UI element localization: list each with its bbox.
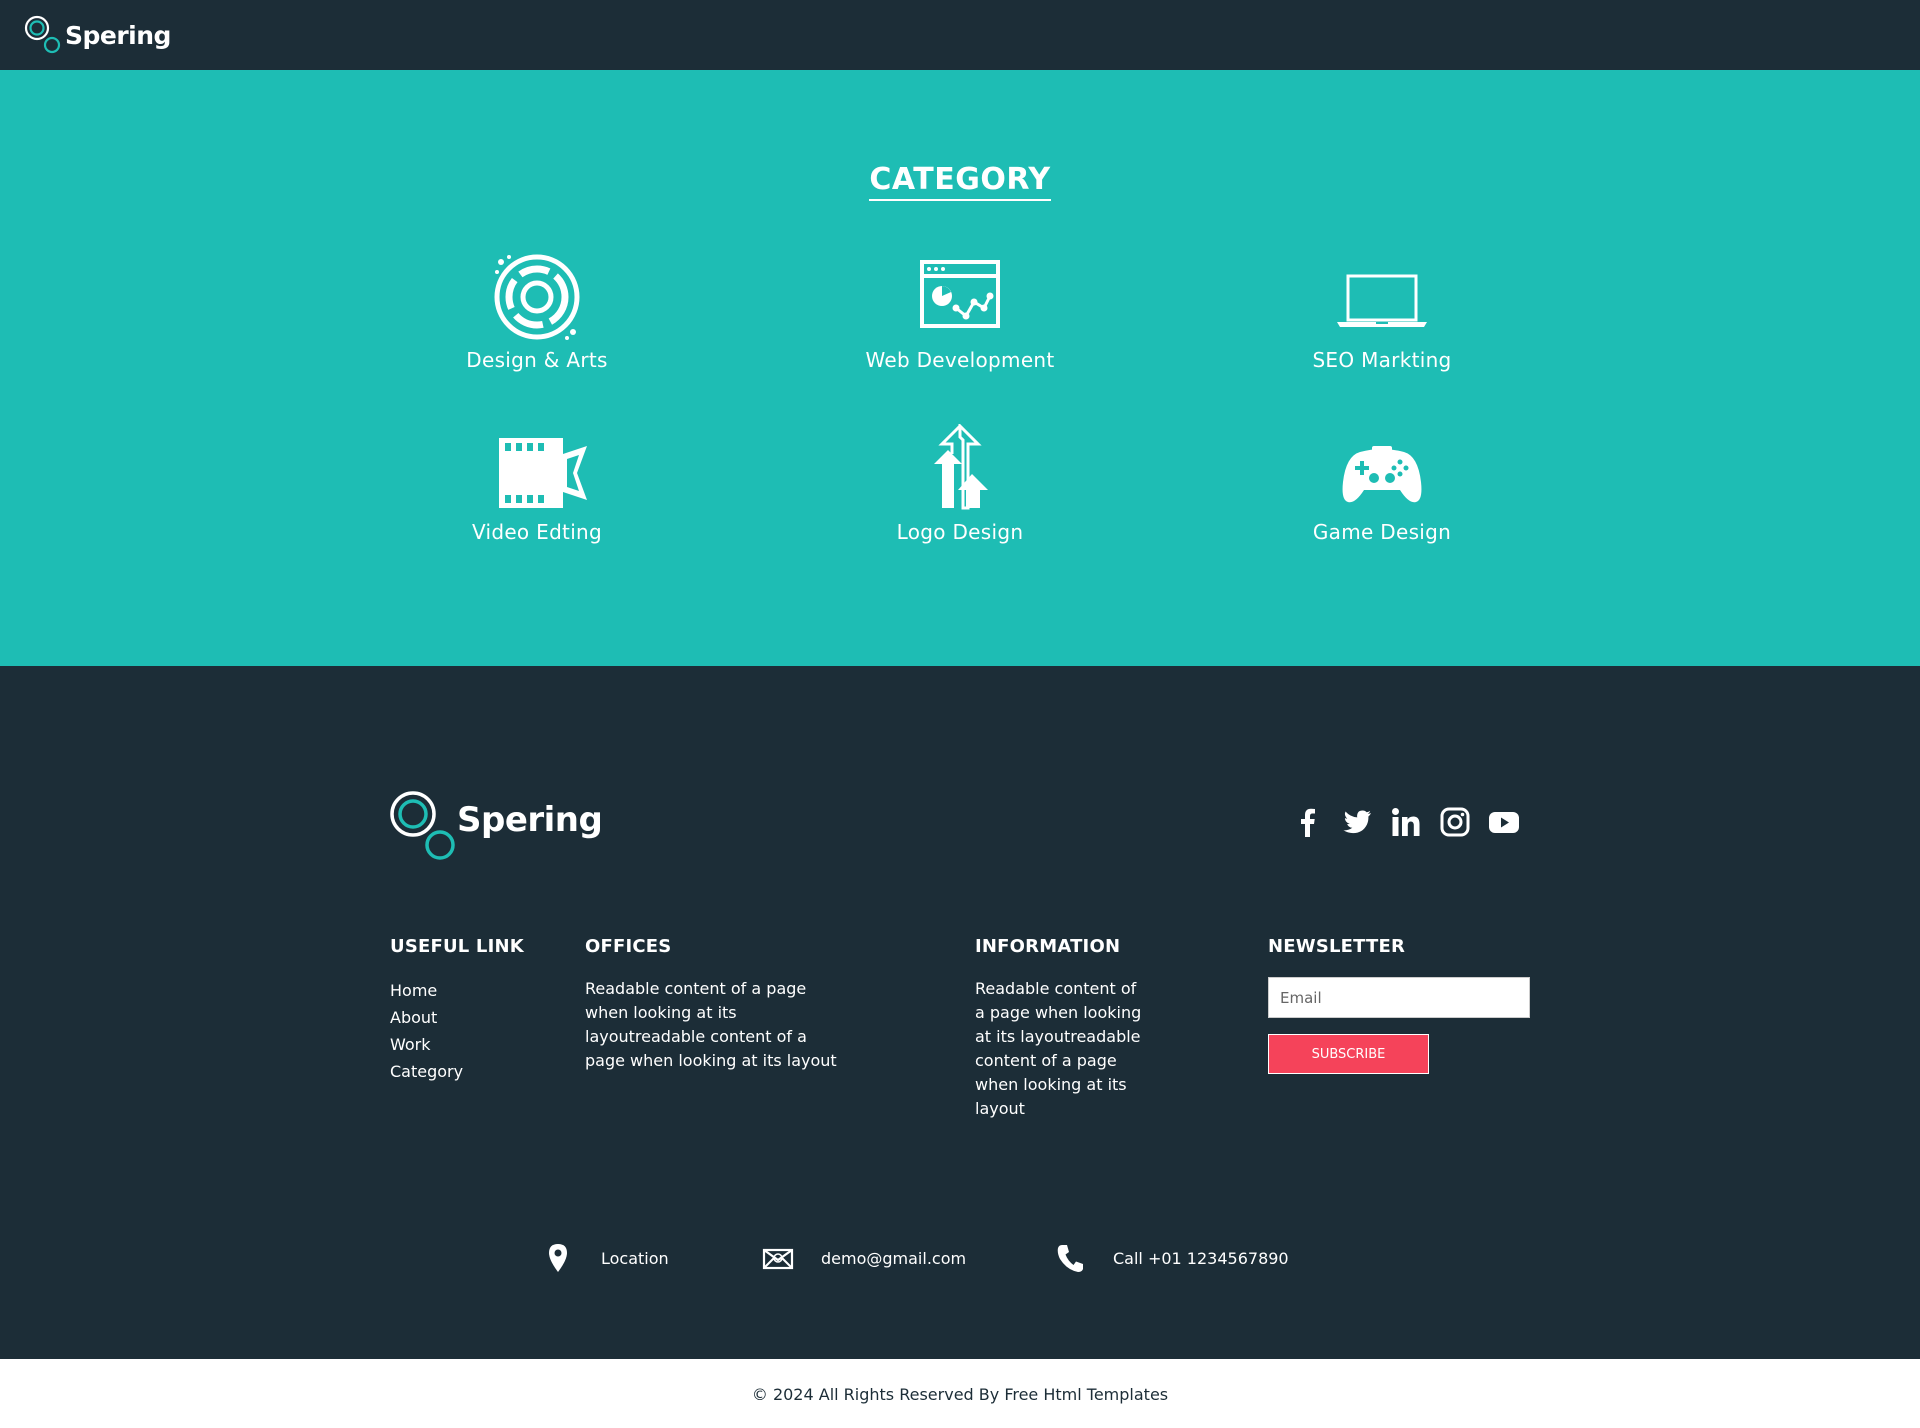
useful-link-list: Home About Work Category [390,977,524,1085]
palette-icon [494,254,580,340]
category-web-development[interactable]: Web Development [810,252,1110,372]
footer-link-work[interactable]: Work [390,1031,524,1058]
newsletter-column: NEWSLETTER SUBSCRIBE [1268,936,1530,1074]
location-text: Location [601,1248,669,1268]
youtube-icon[interactable] [1488,806,1520,838]
envelope-icon [762,1248,794,1270]
location-pin-icon [549,1244,567,1272]
footer-link-category[interactable]: Category [390,1058,524,1085]
logo-circles-icon [390,791,455,860]
footer-brand: Spering [457,800,603,840]
information-text: Readable content of a page when looking … [975,979,1142,1118]
logo-circles-icon [24,15,61,54]
category-seo-markting[interactable]: SEO Markting [1232,252,1532,372]
category-label: Game Design [1312,520,1452,544]
useful-link-title: USEFUL LINK [390,936,524,957]
contact-email[interactable]: demo@gmail.com [761,1241,966,1275]
browser-chart-icon [920,260,1000,328]
facebook-icon[interactable] [1292,806,1324,838]
footer-link-about[interactable]: About [390,1004,524,1031]
category-label: Video Edting [471,520,603,544]
category-video-edting[interactable]: Video Edting [387,424,687,544]
category-game-design[interactable]: Game Design [1232,424,1532,544]
offices-text: Readable content of a page when looking … [585,979,837,1070]
top-header: Spering [0,0,1920,70]
arrows-up-icon [934,424,988,510]
subscribe-button[interactable]: SUBSCRIBE [1268,1034,1429,1074]
information-title: INFORMATION [975,936,1121,957]
category-title: CATEGORY [869,162,1051,201]
footer-link-home[interactable]: Home [390,977,524,1004]
information-column: INFORMATION Readable content of a page w… [975,936,1150,1121]
email-text: demo@gmail.com [821,1248,967,1268]
contact-location[interactable]: Location [541,1241,669,1275]
social-links [1292,806,1520,838]
copyright-bar: © 2024 All Rights Reserved By Free Html … [0,1359,1920,1428]
email-field[interactable] [1268,977,1530,1018]
useful-link-column: USEFUL LINK Home About Work Category [390,936,524,1085]
category-label: SEO Markting [1312,348,1452,372]
gamepad-icon [1342,446,1422,503]
category-label: Web Development [865,348,1055,372]
twitter-icon[interactable] [1341,806,1373,838]
header-logo[interactable]: Spering [24,14,171,56]
category-logo-design[interactable]: Logo Design [810,424,1110,544]
instagram-icon[interactable] [1439,806,1471,838]
category-label: Logo Design [896,520,1024,544]
film-camera-icon [499,438,587,508]
offices-title: OFFICES [585,936,672,957]
category-design-arts[interactable]: Design & Arts [387,252,687,372]
phone-text: Call +01 1234567890 [1113,1248,1289,1268]
offices-column: OFFICES Readable content of a page when … [585,936,845,1073]
footer-logo[interactable]: Spering [389,790,603,862]
contact-phone[interactable]: Call +01 1234567890 [1053,1241,1289,1275]
footer: Spering USEFUL LINK Home About Work Cate… [0,666,1920,1359]
category-section: CATEGORY Design & Arts Web Development S… [0,70,1920,666]
header-brand: Spering [65,20,171,50]
copyright-text: © 2024 All Rights Reserved By Free Html … [751,1385,1169,1404]
phone-icon [1057,1245,1083,1272]
laptop-icon [1337,274,1427,327]
category-label: Design & Arts [466,348,608,372]
linkedin-icon[interactable] [1390,806,1422,838]
newsletter-title: NEWSLETTER [1268,936,1406,957]
